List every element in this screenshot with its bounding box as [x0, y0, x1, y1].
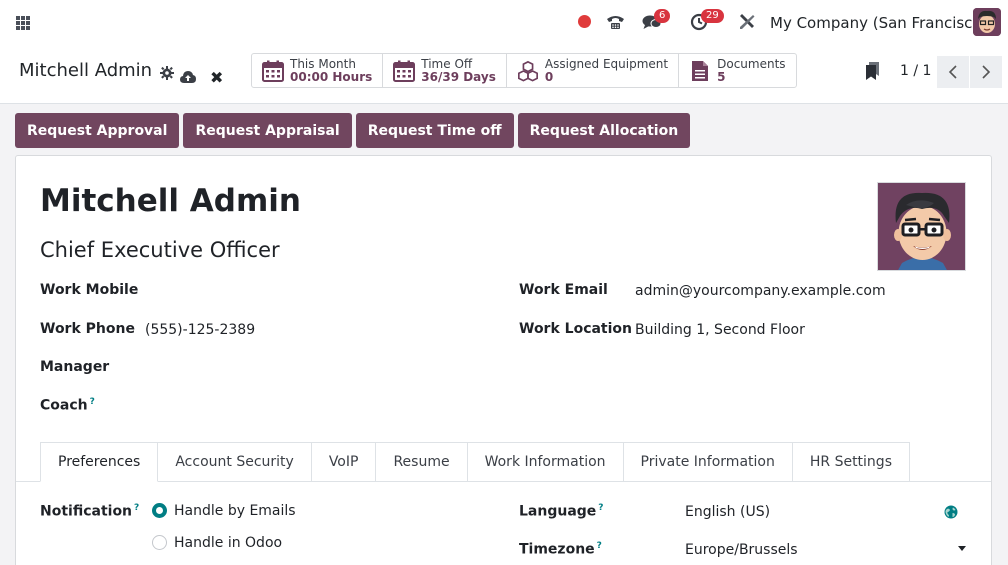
work-mobile-label: Work Mobile [40, 282, 139, 298]
request-appraisal-button[interactable]: Request Appraisal [183, 113, 352, 148]
smart-button-label: This Month [290, 56, 356, 71]
employee-form-sheet: Mitchell Admin Chief Executive Officer W… [15, 155, 992, 565]
smart-button-value: 00:00 Hours [290, 69, 373, 84]
work-phone-value[interactable]: (555)-125-2389 [145, 322, 255, 338]
company-switcher[interactable]: My Company (San Francisco) [770, 14, 987, 32]
help-icon[interactable]: ? [598, 503, 603, 513]
help-icon[interactable]: ? [134, 503, 139, 513]
clock-icon[interactable]: 29 [687, 9, 724, 33]
timezone-label-text: Timezone [519, 541, 595, 558]
language-label-text: Language [519, 503, 597, 520]
bookmark-icon[interactable] [866, 62, 880, 80]
smart-button-this-month[interactable]: This Month 00:00 Hours [252, 54, 384, 87]
chat-icon[interactable]: 6 [640, 9, 671, 33]
chevron-down-icon[interactable] [958, 546, 966, 551]
tab-hr-settings[interactable]: HR Settings [792, 442, 910, 482]
tab-resume[interactable]: Resume [376, 442, 468, 482]
gear-icon[interactable] [160, 64, 175, 80]
work-location-value[interactable]: Building 1, Second Floor [635, 322, 805, 338]
record-icon[interactable] [578, 15, 591, 28]
smart-button-label: Time Off [421, 56, 473, 71]
coach-label-text: Coach [40, 397, 88, 414]
tab-private-information[interactable]: Private Information [623, 442, 793, 482]
smart-button-time-off[interactable]: Time Off 36/39 Days [383, 54, 507, 87]
request-time-off-button[interactable]: Request Time off [355, 113, 514, 148]
employee-photo[interactable] [877, 182, 966, 271]
employee-name[interactable]: Mitchell Admin [40, 183, 301, 219]
phone-icon[interactable] [605, 11, 625, 33]
smart-buttons: This Month 00:00 Hours Time Off 36/39 Da… [251, 53, 797, 88]
pager-value[interactable]: 1 / 1 [900, 63, 931, 79]
control-panel: Mitchell Admin ✖ This Month 00:00 Hours … [0, 46, 1008, 104]
work-location-label: Work Location [519, 321, 633, 337]
language-select[interactable]: English (US) [685, 504, 770, 520]
globe-icon[interactable] [944, 505, 958, 519]
coach-label: Coach? [40, 397, 95, 414]
request-approval-button[interactable]: Request Approval [15, 113, 180, 148]
option-handle-by-emails[interactable]: Handle by Emails [174, 503, 296, 519]
smart-button-documents[interactable]: Documents 5 [679, 54, 795, 87]
timezone-label: Timezone? [519, 541, 602, 558]
apps-menu-icon[interactable] [16, 16, 30, 30]
user-avatar[interactable] [973, 8, 1001, 36]
status-bar-actions: Request Approval Request Appraisal Reque… [15, 113, 691, 148]
calendar-icon [393, 60, 416, 82]
tab-preferences[interactable]: Preferences [40, 442, 159, 482]
document-icon [689, 60, 711, 82]
tab-voip[interactable]: VoIP [311, 442, 377, 482]
help-icon[interactable]: ? [597, 541, 602, 551]
smart-button-value: 5 [717, 69, 726, 84]
tab-work-information[interactable]: Work Information [467, 442, 624, 482]
activities-badge: 29 [701, 9, 724, 23]
work-phone-label: Work Phone [40, 321, 135, 337]
manager-label: Manager [40, 359, 110, 375]
messages-badge: 6 [654, 9, 671, 23]
employee-job-title[interactable]: Chief Executive Officer [40, 238, 280, 262]
tools-icon[interactable] [737, 11, 757, 33]
breadcrumb: Mitchell Admin [19, 60, 175, 81]
top-navbar: 6 29 My Company (San Francisco) [0, 0, 1008, 46]
radio-handle-in-odoo[interactable] [152, 535, 167, 550]
cloud-upload-icon[interactable] [180, 70, 196, 84]
work-email-value[interactable]: admin@yourcompany.example.com [635, 283, 886, 299]
option-handle-in-odoo[interactable]: Handle in Odoo [174, 535, 282, 551]
notebook-tabs: Preferences Account Security VoIP Resume… [40, 442, 910, 482]
pager-previous-button[interactable] [937, 56, 969, 88]
help-icon[interactable]: ? [90, 397, 95, 407]
discard-icon[interactable]: ✖ [210, 68, 223, 87]
breadcrumb-current: Mitchell Admin [19, 60, 153, 81]
smart-button-value: 36/39 Days [421, 69, 496, 84]
request-allocation-button[interactable]: Request Allocation [517, 113, 691, 148]
language-label: Language? [519, 503, 604, 520]
smart-button-value: 0 [544, 69, 554, 84]
smart-button-label: Assigned Equipment [544, 56, 669, 71]
smart-button-assigned-equipment[interactable]: Assigned Equipment 0 [507, 54, 680, 87]
timezone-select[interactable]: Europe/Brussels [685, 542, 798, 558]
tab-account-security[interactable]: Account Security [158, 442, 312, 482]
calendar-icon [262, 60, 284, 82]
notification-label-text: Notification [40, 503, 133, 520]
smart-button-label: Documents [717, 56, 786, 71]
notification-label: Notification? [40, 503, 139, 520]
work-email-label: Work Email [519, 282, 608, 298]
cubes-icon [517, 60, 539, 82]
radio-handle-by-emails[interactable] [152, 503, 167, 518]
pager-next-button[interactable] [970, 56, 1002, 88]
